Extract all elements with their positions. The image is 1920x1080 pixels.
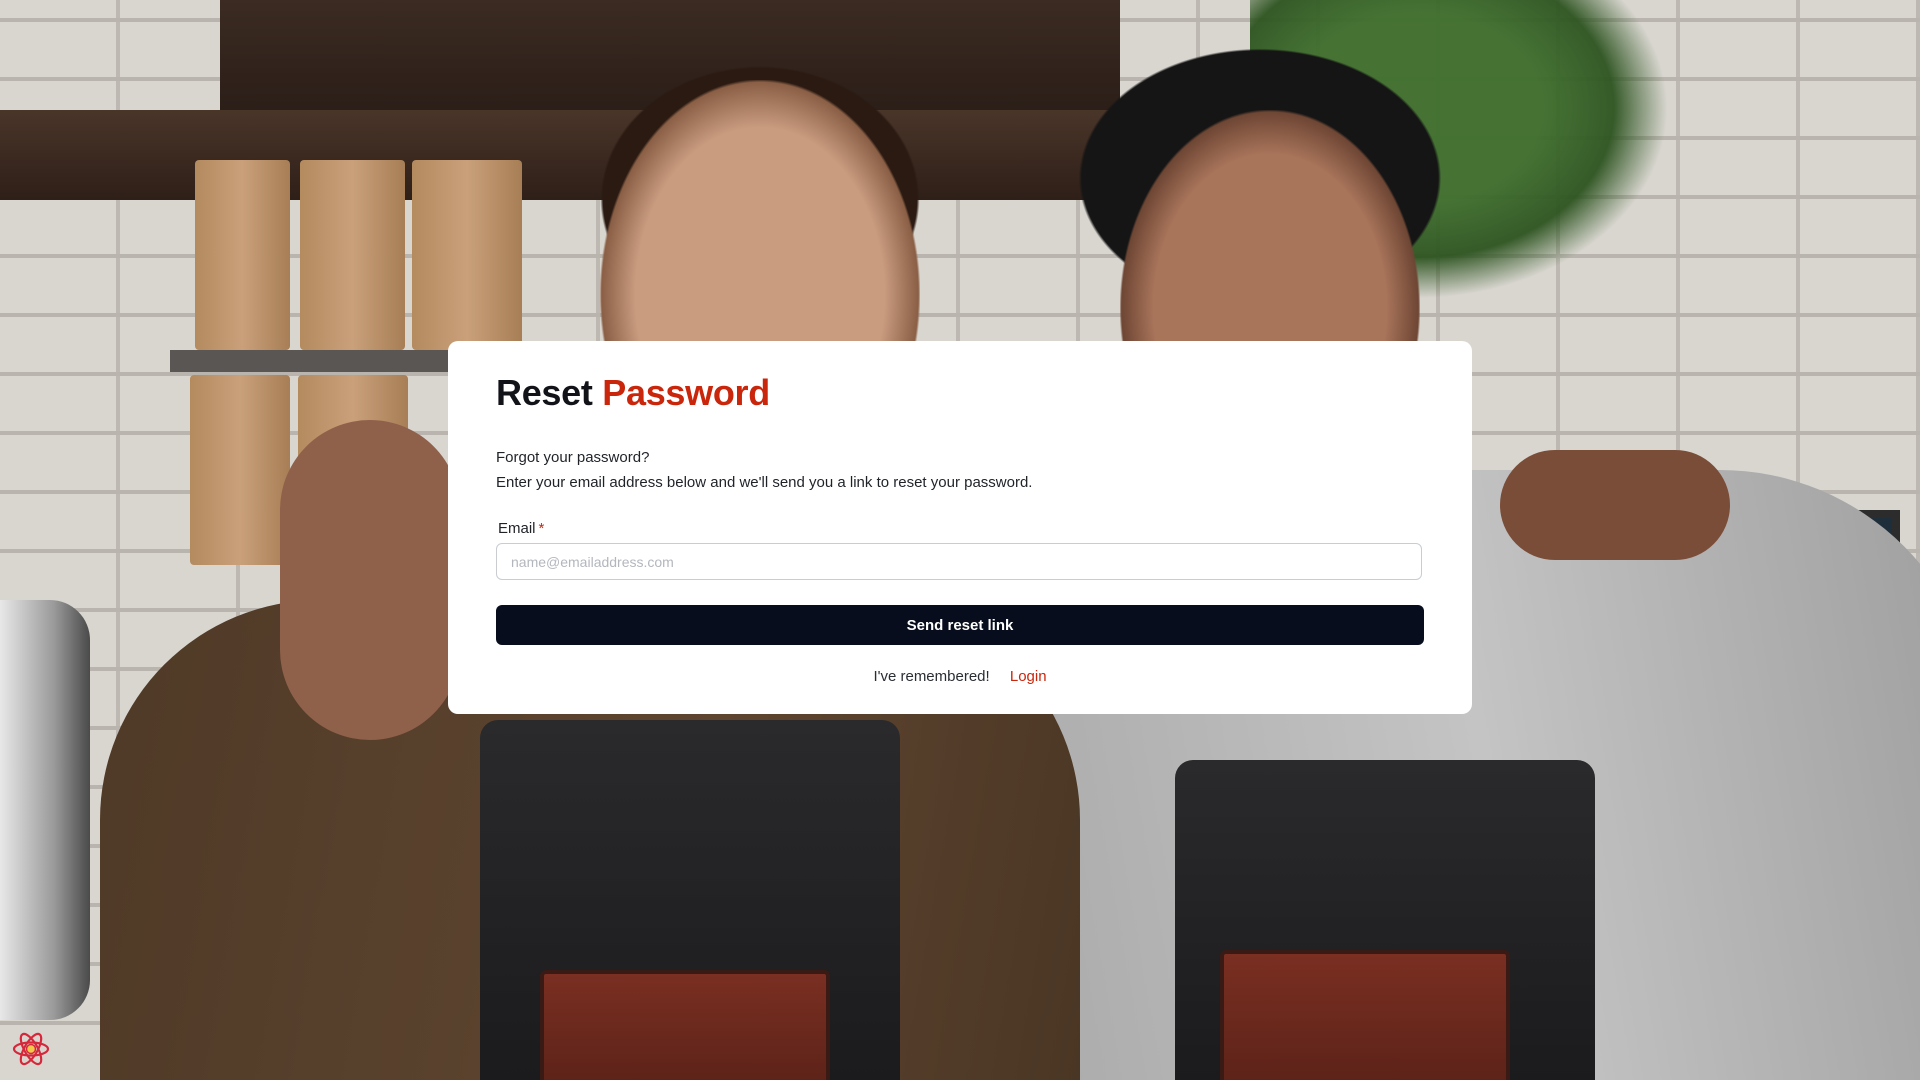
title-part-2: Password xyxy=(602,372,770,413)
react-atom-icon[interactable] xyxy=(10,1028,52,1070)
email-label: Email xyxy=(498,520,536,537)
page-title: Reset Password xyxy=(496,375,1424,411)
send-reset-link-button[interactable]: Send reset link xyxy=(496,605,1424,645)
react-atom-icon-graphic xyxy=(12,1032,50,1066)
reset-password-card: Reset Password Forgot your password? Ent… xyxy=(448,341,1472,714)
coffee-bag xyxy=(412,160,522,350)
person-right-hand xyxy=(1500,450,1730,560)
title-part-1: Reset xyxy=(496,372,593,413)
email-label-row: Email * xyxy=(496,520,1424,537)
coffee-machine xyxy=(0,600,90,1020)
intro-text: Forgot your password? Enter your email a… xyxy=(496,445,1424,495)
required-marker: * xyxy=(538,520,545,537)
apron-pocket-left xyxy=(540,970,830,1080)
email-field[interactable] xyxy=(496,543,1422,580)
person-left-arm xyxy=(280,420,460,740)
remembered-text: I've remembered! xyxy=(873,668,990,685)
coffee-bag xyxy=(195,160,290,350)
lower-shelf xyxy=(170,350,490,372)
coffee-bag xyxy=(190,375,290,565)
intro-line-2: Enter your email address below and we'll… xyxy=(496,474,1033,491)
login-link[interactable]: Login xyxy=(1010,668,1047,685)
login-prompt: I've remembered! Login xyxy=(496,668,1424,685)
coffee-bag xyxy=(300,160,405,350)
apron-pocket-right xyxy=(1220,950,1510,1080)
intro-line-1: Forgot your password? xyxy=(496,449,650,466)
